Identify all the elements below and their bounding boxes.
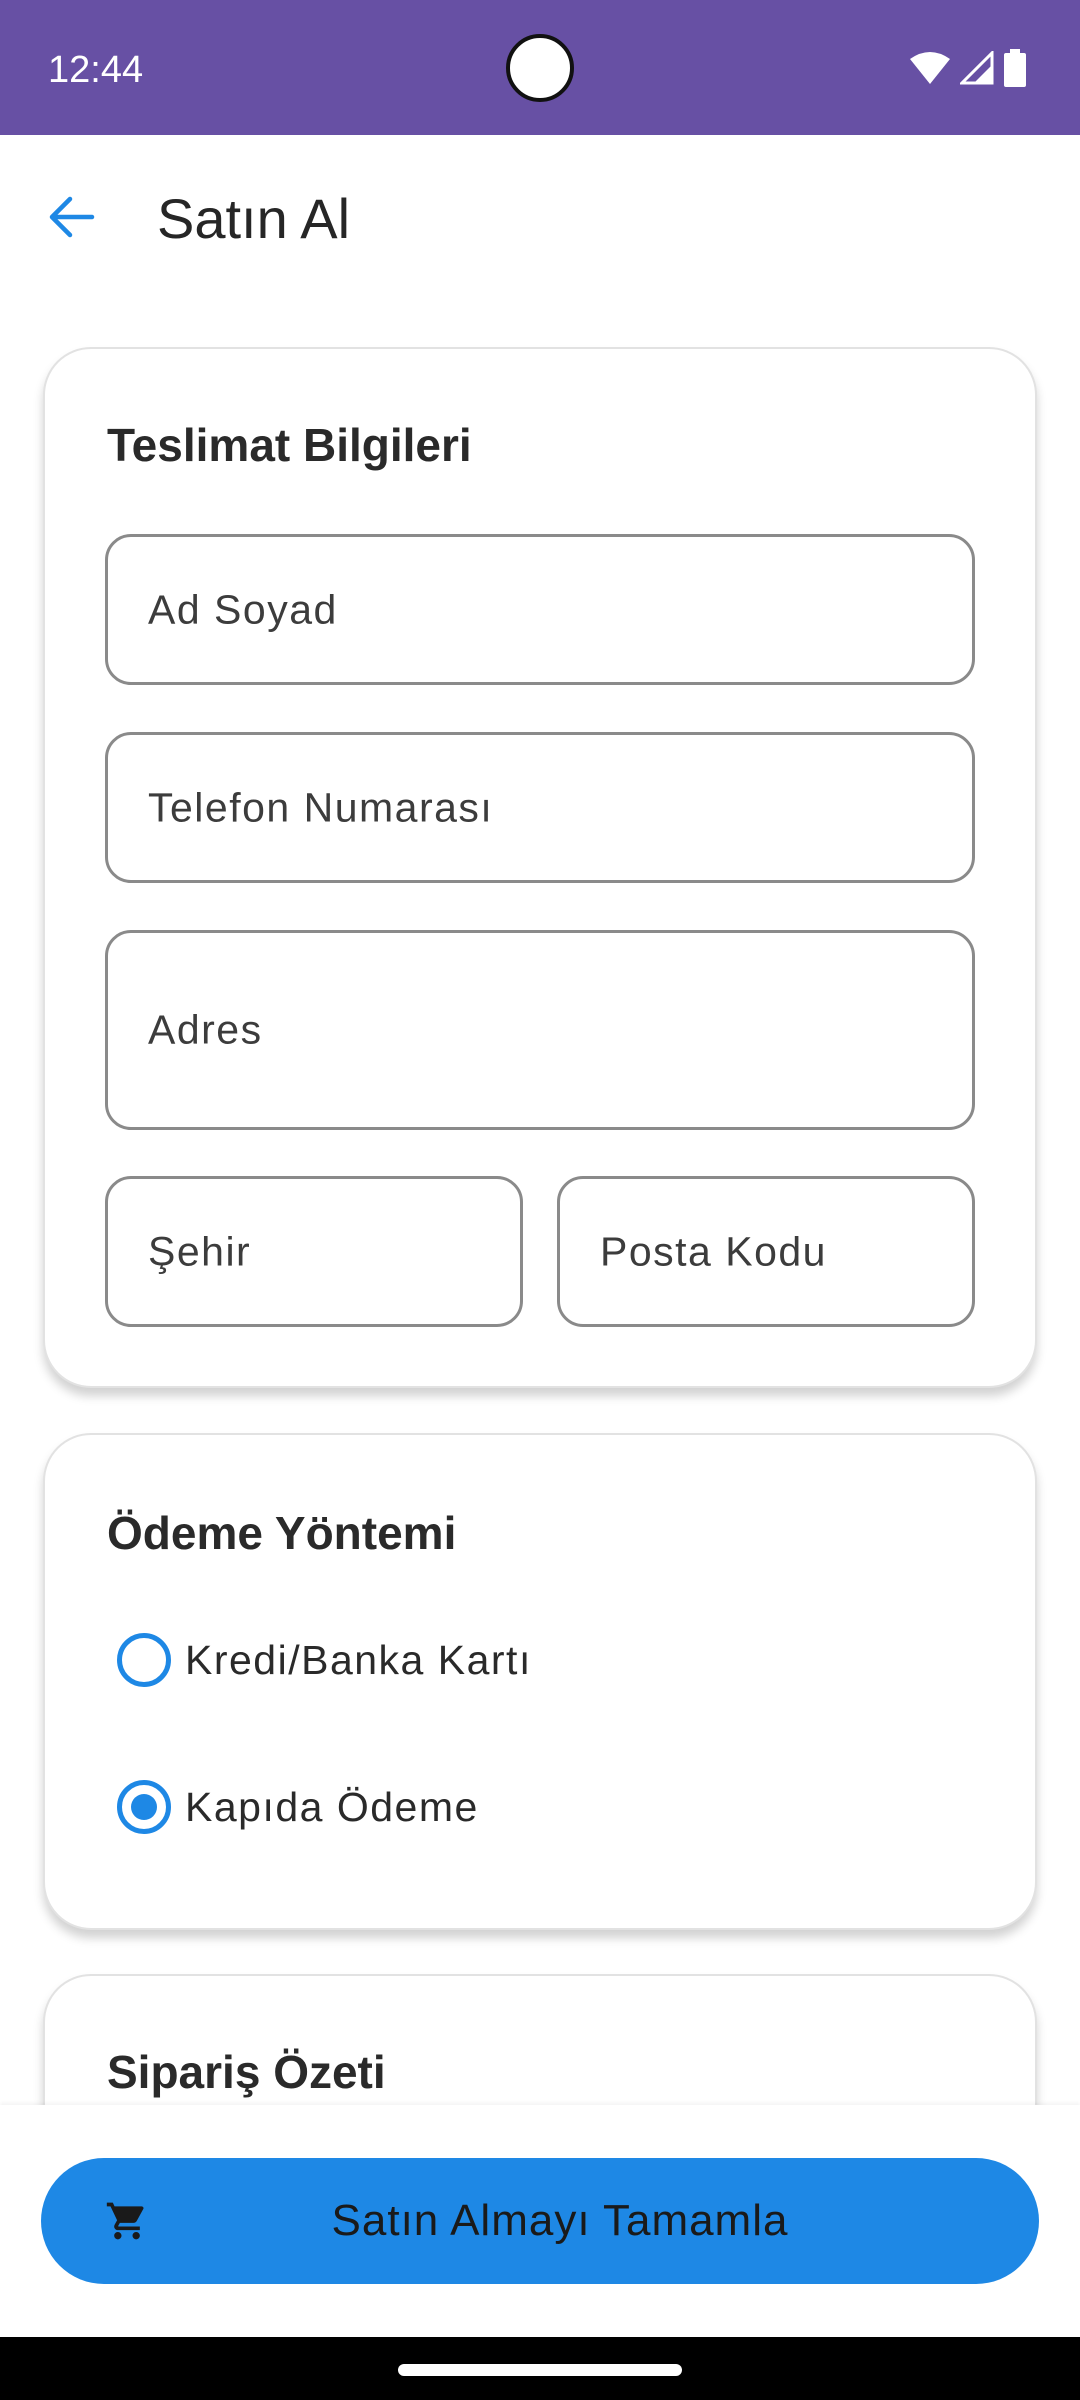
address-placeholder: Adres	[148, 1006, 263, 1053]
system-nav-bar	[0, 2337, 1080, 2400]
summary-title: Sipariş Özeti	[107, 2046, 386, 2098]
postal-code-placeholder: Posta Kodu	[600, 1228, 827, 1274]
page-title: Satın Al	[157, 187, 351, 250]
delivery-title: Teslimat Bilgileri	[107, 419, 472, 471]
top-app-bar: Satın Al	[0, 135, 1080, 305]
bottom-action-panel: Satın Almayı Tamamla	[0, 2105, 1080, 2337]
phone-placeholder: Telefon Numarası	[148, 784, 494, 830]
signal-icon	[960, 51, 994, 85]
payment-title: Ödeme Yöntemi	[107, 1507, 457, 1559]
city-placeholder: Şehir	[148, 1228, 252, 1274]
radio-cash-on-delivery[interactable]	[117, 1780, 171, 1834]
full-name-field[interactable]: Ad Soyad	[105, 534, 975, 685]
payment-option-label: Kredi/Banka Kartı	[185, 1636, 532, 1683]
home-indicator[interactable]	[398, 2364, 682, 2376]
payment-option-label: Kapıda Ödeme	[185, 1783, 479, 1830]
phone-field[interactable]: Telefon Numarası	[105, 732, 975, 883]
status-time: 12:44	[48, 49, 144, 91]
back-button[interactable]	[36, 183, 108, 255]
wifi-icon	[910, 51, 950, 85]
camera-cutout	[506, 34, 574, 102]
address-field[interactable]: Adres	[105, 930, 975, 1130]
arrow-back-icon	[48, 195, 96, 244]
payment-card: Ödeme Yöntemi Kredi/Banka Kartı Kapıda Ö…	[43, 1433, 1037, 1930]
status-icons	[910, 48, 1026, 88]
full-name-placeholder: Ad Soyad	[148, 586, 338, 632]
city-field[interactable]: Şehir	[105, 1176, 523, 1327]
payment-option-card[interactable]: Kredi/Banka Kartı	[117, 1620, 532, 1700]
radio-card[interactable]	[117, 1633, 171, 1687]
postal-code-field[interactable]: Posta Kodu	[557, 1176, 975, 1327]
payment-option-cash-on-delivery[interactable]: Kapıda Ödeme	[117, 1767, 479, 1847]
status-bar: 12:44	[0, 0, 1080, 135]
complete-purchase-button[interactable]: Satın Almayı Tamamla	[41, 2158, 1039, 2284]
battery-icon	[1004, 49, 1026, 87]
complete-purchase-label: Satın Almayı Tamamla	[331, 2196, 789, 2245]
delivery-card: Teslimat Bilgileri Ad Soyad Telefon Numa…	[43, 347, 1037, 1388]
